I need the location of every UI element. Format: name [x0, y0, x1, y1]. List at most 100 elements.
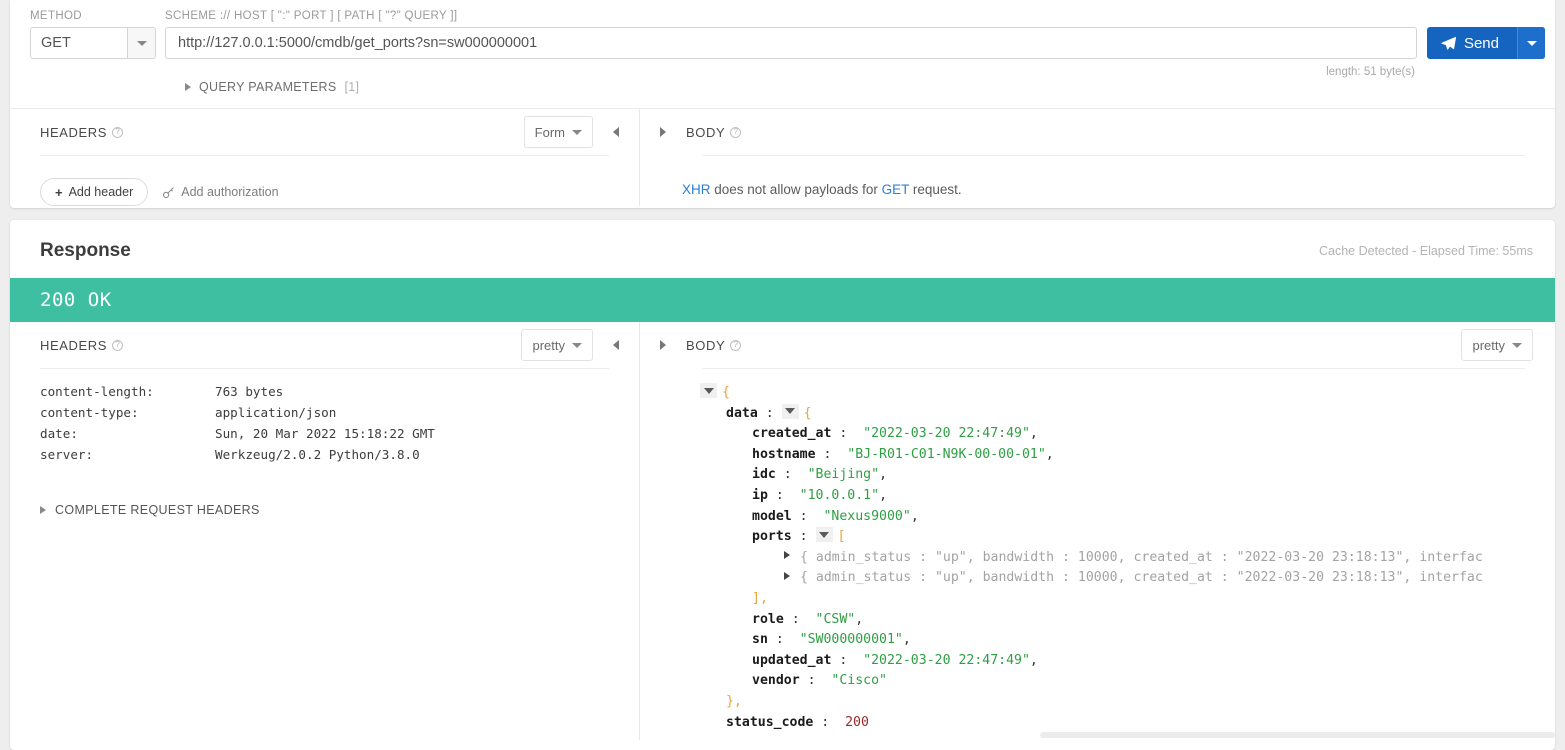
json-key: updated_at [752, 652, 832, 668]
json-field-row: idc : "Beijing", [700, 465, 1555, 486]
help-icon[interactable]: ? [112, 126, 124, 138]
json-port-preview: { admin_status : "up", bandwidth : 10000… [800, 549, 1483, 565]
request-split: HEADERS ? Form + Add header Add authoriz… [10, 108, 1555, 206]
query-parameters-count: [1] [344, 80, 360, 94]
json-value: "Nexus9000" [823, 508, 911, 524]
json-value: "BJ-R01-C01-N9K-00-00-01" [847, 446, 1046, 462]
method-value: GET [41, 35, 71, 51]
json-expand-toggle[interactable] [778, 548, 795, 563]
response-body-mode-select[interactable]: pretty [1461, 329, 1533, 361]
json-expand-toggle[interactable] [778, 568, 795, 583]
send-button[interactable]: Send [1426, 27, 1545, 59]
table-row: date: Sun, 20 Mar 2022 15:18:22 GMT [40, 423, 639, 444]
request-headers-mode-select[interactable]: Form [523, 116, 593, 148]
request-card: METHOD GET SCHEME :// HOST [ ":" PORT ] … [10, 0, 1555, 208]
header-key: content-length: [40, 384, 154, 399]
json-collapse-toggle[interactable] [781, 403, 799, 419]
response-headers-title: HEADERS [40, 337, 108, 353]
json-data-close: }, [700, 692, 1555, 713]
add-authorization-label: Add authorization [181, 185, 279, 199]
api-client-page: METHOD GET SCHEME :// HOST [ ":" PORT ] … [0, 0, 1565, 750]
json-field-row: ip : "10.0.0.1", [700, 486, 1555, 507]
response-headers-collapse-left[interactable] [593, 340, 639, 350]
json-key: vendor [752, 673, 800, 689]
response-headers-header: HEADERS ? pretty [10, 322, 639, 368]
key-icon [163, 186, 174, 198]
json-key: idc [752, 467, 776, 483]
get-link[interactable]: GET [882, 182, 910, 197]
request-body-collapse-right[interactable] [640, 127, 686, 137]
json-key: created_at [752, 426, 832, 442]
json-bracket: ], [752, 590, 768, 606]
xhr-link[interactable]: XHR [682, 182, 711, 197]
query-parameters-toggle[interactable]: QUERY PARAMETERS [1] [10, 80, 1555, 94]
response-body-pane: BODY ? pretty { data : {created_at: "2… [640, 322, 1555, 740]
json-ports-row: ports : [ [700, 527, 1555, 548]
json-value: "2022-03-20 22:47:49" [863, 652, 1030, 668]
request-body-title: BODY [686, 124, 726, 140]
chevron-left-icon [613, 340, 619, 350]
json-value: "CSW" [815, 611, 856, 627]
chevron-right-icon [40, 506, 46, 514]
request-toolbar: METHOD GET SCHEME :// HOST [ ":" PORT ] … [10, 0, 1555, 78]
json-brace: }, [726, 693, 742, 709]
response-headers-mode-select[interactable]: pretty [521, 329, 593, 361]
json-field-row: role : "CSW", [700, 610, 1555, 631]
response-body-header: BODY ? pretty [640, 322, 1555, 368]
response-body-collapse-right[interactable] [640, 340, 686, 350]
json-value: "2022-03-20 22:47:49" [863, 426, 1030, 442]
horizontal-scrollbar[interactable] [1040, 732, 1555, 738]
response-headers-pane: HEADERS ? pretty content-length: 763 byt… [10, 322, 640, 740]
json-port-item: { admin_status : "up", bandwidth : 10000… [700, 548, 1555, 569]
help-icon[interactable]: ? [730, 339, 742, 351]
triangle-down-icon [819, 531, 830, 538]
request-headers-actions: + Add header Add authorization [10, 156, 639, 206]
complete-request-headers-label: COMPLETE REQUEST HEADERS [55, 503, 260, 517]
add-header-label: Add header [68, 185, 134, 199]
url-field-group: SCHEME :// HOST [ ":" PORT ] [ PATH [ "?… [165, 8, 1417, 78]
add-authorization-button[interactable]: Add authorization [162, 185, 279, 199]
json-collapse-toggle[interactable] [815, 527, 833, 543]
json-field-row: created_at : "2022-03-20 22:47:49", [700, 424, 1555, 445]
header-key: content-type: [40, 405, 139, 420]
url-input[interactable]: http://127.0.0.1:5000/cmdb/get_ports?sn=… [165, 27, 1417, 59]
json-key: sn [752, 632, 768, 648]
json-status-code-row: status_code : 200 [700, 713, 1555, 734]
send-button-label: Send [1463, 34, 1499, 52]
help-icon[interactable]: ? [112, 339, 124, 351]
header-key: date: [40, 426, 78, 441]
request-headers-mode-value: Form [534, 124, 565, 140]
json-field-row: updated_at : "2022-03-20 22:47:49", [700, 651, 1555, 672]
table-row: content-length: 763 bytes [40, 381, 639, 402]
json-ports-close: ], [700, 589, 1555, 610]
response-headers-mode-value: pretty [532, 337, 565, 353]
chevron-down-icon [572, 342, 582, 348]
request-headers-collapse-left[interactable] [593, 127, 639, 137]
response-headers-table: content-length: 763 bytes content-type: … [10, 369, 639, 465]
request-body-header: BODY ? [640, 109, 1555, 155]
query-parameters-label: QUERY PARAMETERS [199, 80, 337, 94]
request-body-note: XHR does not allow payloads for GET requ… [640, 156, 1555, 197]
json-viewer: { data : { created_at : "2022-03-20 22:4… [640, 369, 1555, 733]
response-meta: Cache Detected - Elapsed Time: 55ms [1319, 244, 1533, 258]
response-split: HEADERS ? pretty content-length: 763 byt… [10, 322, 1555, 740]
help-icon[interactable]: ? [730, 126, 742, 138]
json-key: role [752, 611, 784, 627]
complete-request-headers-toggle[interactable]: COMPLETE REQUEST HEADERS [10, 465, 639, 517]
response-body-mode-value: pretty [1472, 337, 1505, 353]
send-dropdown-toggle[interactable] [1517, 27, 1545, 59]
triangle-down-icon [703, 387, 714, 394]
method-select[interactable]: GET [30, 27, 156, 59]
json-field-row: hostname : "BJ-R01-C01-N9K-00-00-01", [700, 445, 1555, 466]
json-collapse-toggle[interactable] [700, 383, 717, 398]
triangle-right-icon [783, 571, 790, 580]
chevron-down-icon [1512, 342, 1522, 348]
method-label: METHOD [30, 10, 82, 22]
note-middle: does not allow payloads for [710, 182, 882, 197]
method-dropdown-toggle[interactable] [127, 28, 155, 58]
add-header-button[interactable]: + Add header [40, 178, 149, 206]
json-key: data [726, 405, 758, 421]
send-button-main[interactable]: Send [1427, 27, 1517, 59]
paper-plane-icon [1441, 36, 1456, 50]
triangle-down-icon [785, 408, 796, 415]
